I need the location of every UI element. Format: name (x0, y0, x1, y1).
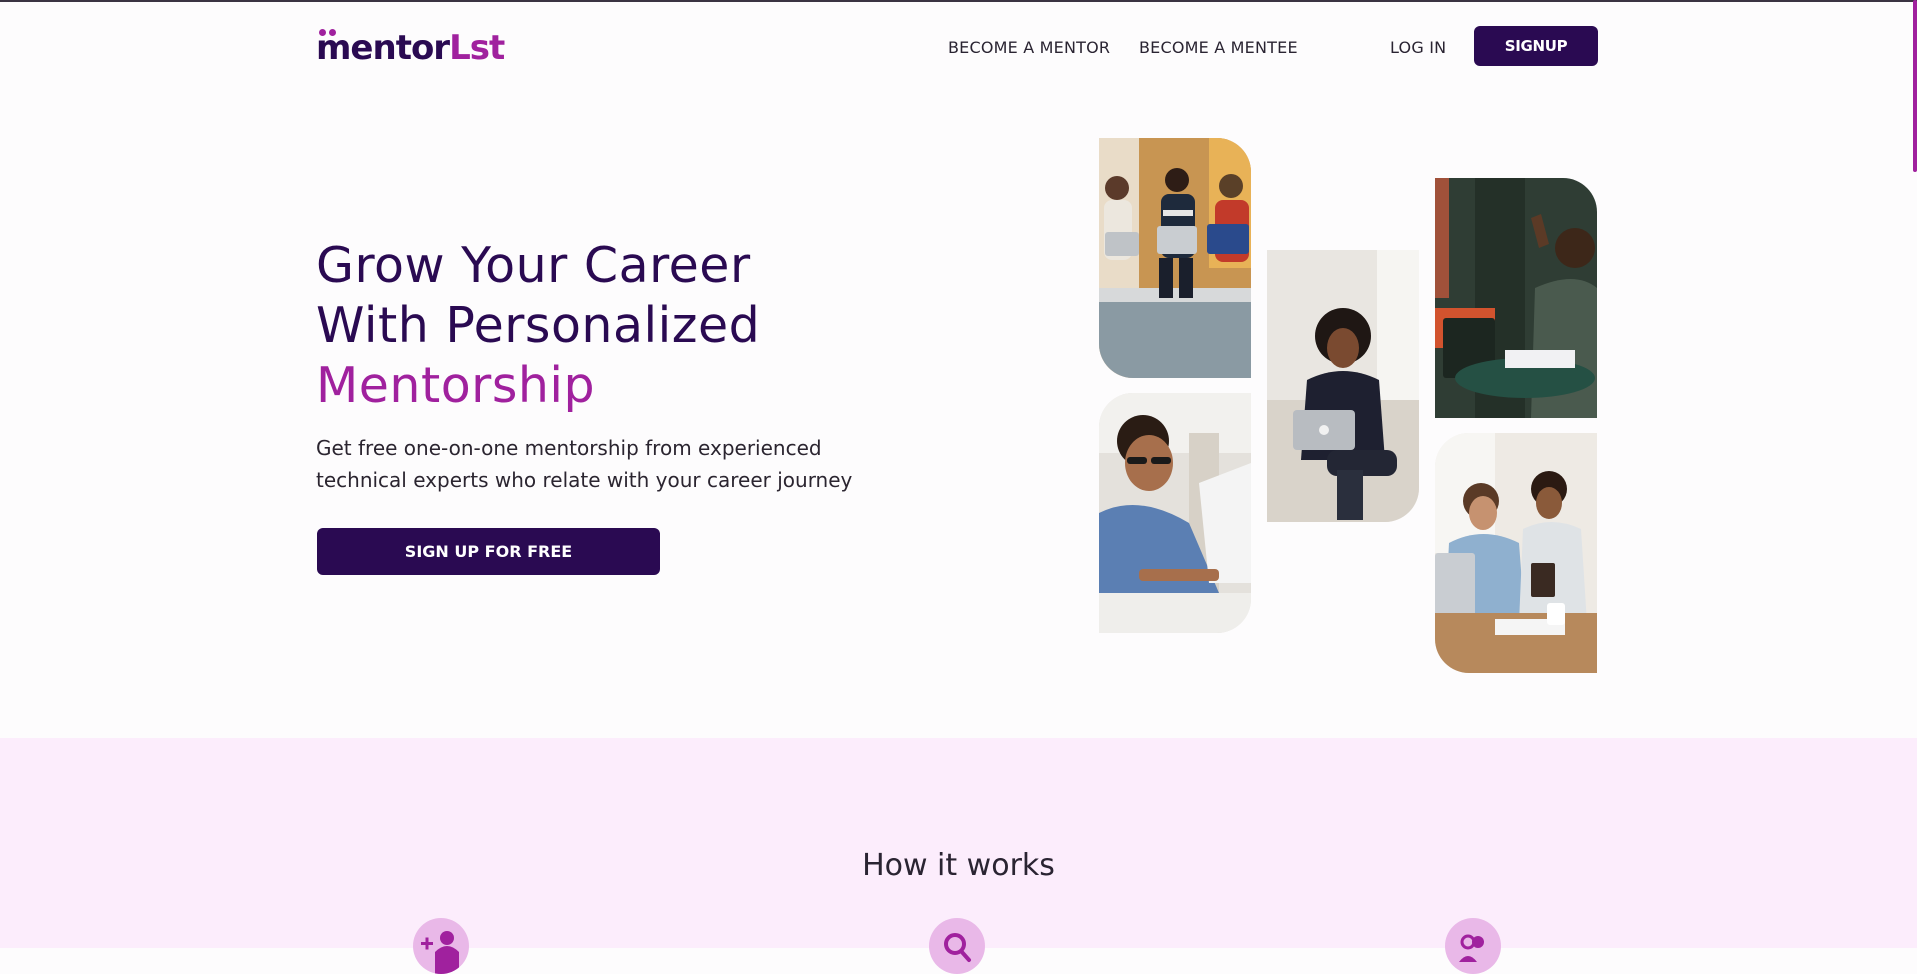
logo-text-accent: Lst (449, 28, 505, 68)
photo-meeting (1435, 178, 1597, 418)
photo-man-laptop (1099, 393, 1251, 633)
add-user-icon (413, 918, 469, 974)
logo-dots-icon (319, 29, 337, 37)
site-header: mentorLst BECOME A MENTOR BECOME A MENTE… (0, 2, 1917, 90)
signup-free-button[interactable]: SIGN UP FOR FREE (317, 528, 660, 575)
hero-title-line2: With Personalized (316, 297, 761, 354)
nav-login[interactable]: LOG IN (1390, 38, 1446, 57)
nav-become-mentor[interactable]: BECOME A MENTOR (948, 38, 1110, 57)
how-it-works-title: How it works (862, 848, 1055, 883)
how-it-works-section: How it works (0, 738, 1917, 974)
hero-subtitle: Get free one-on-one mentorship from expe… (316, 436, 853, 492)
nav-become-mentee[interactable]: BECOME A MENTEE (1139, 38, 1298, 57)
photo-group-laptops (1099, 138, 1251, 378)
hero-title-line1: Grow Your Career (316, 237, 751, 294)
signup-button[interactable]: SIGNUP (1474, 26, 1598, 66)
search-icon (929, 918, 985, 974)
logo-wordmark: mentorLst (316, 28, 505, 68)
hero-title-highlight: Mentorship (316, 357, 596, 414)
photo-pair-working (1435, 433, 1597, 673)
photo-woman-laptop (1267, 250, 1419, 522)
connect-icon (1445, 918, 1501, 974)
hero-title: Grow Your Career With Personalized Mento… (316, 236, 760, 416)
logo[interactable]: mentorLst (316, 28, 505, 68)
